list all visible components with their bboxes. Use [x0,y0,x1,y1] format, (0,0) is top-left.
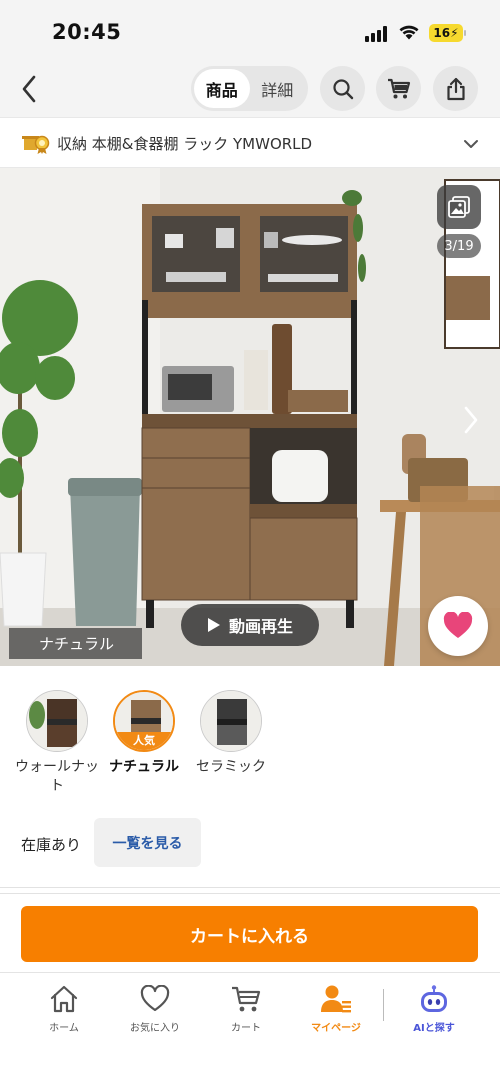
tab-label: カート [231,1023,261,1034]
play-video-label: 動画再生 [228,617,293,636]
divider [0,887,500,888]
nav-bar: 商品 詳細 [0,60,500,117]
store-selector[interactable]: 収納 本棚&食器棚 ラック YMWORLD [0,117,500,168]
mypage-icon [321,985,351,1013]
variant-thumbnail [26,690,88,752]
divider [0,893,500,894]
gallery-icon [448,196,470,218]
chevron-down-icon [464,140,478,148]
tab-cart[interactable]: カート [204,983,288,1034]
product-photo [0,168,500,666]
status-bar: 20:45 16⚡ [0,0,500,60]
tab-ai-search[interactable]: AIと探す [392,983,476,1034]
next-image-button[interactable] [458,400,484,440]
variant-name: セラミック [196,759,266,775]
variant-name: ウォールナット [15,759,99,794]
cart-nav-button[interactable] [376,66,421,111]
variant-selector: ウォールナット 人気 ナチュラル セラミック [0,690,500,802]
variant-thumbnail: 人気 [113,690,175,752]
tab-separator [383,989,384,1021]
heart-icon [443,612,473,638]
share-button[interactable] [433,66,478,111]
view-list-button[interactable]: 一覧を見る [94,818,201,867]
variant-name: ナチュラル [109,759,179,775]
tab-product[interactable]: 商品 [194,69,250,108]
chevron-right-icon [464,406,478,434]
variant-walnut[interactable]: ウォールナット [12,690,102,796]
image-counter: 3/19 [437,234,481,258]
store-badge-icon [22,135,50,154]
chevron-left-icon [22,75,36,103]
search-button[interactable] [320,66,365,111]
cart-icon [387,78,410,98]
search-icon [332,78,353,99]
signal-icon [365,26,389,42]
tab-favorites[interactable]: お気に入り [113,983,197,1034]
favorite-button[interactable] [428,596,488,656]
stock-status: 在庫あり [21,836,82,854]
product-image-carousel[interactable] [0,168,500,666]
bottom-tab-bar: ホーム お気に入り カート マイページ AIと探す [0,972,500,1080]
variant-natural[interactable]: 人気 ナチュラル [99,690,189,777]
status-time: 20:45 [52,20,122,44]
add-to-cart-button[interactable]: カートに入れる [21,906,478,962]
view-segmented-control: 商品 詳細 [191,66,308,111]
tab-label: ホーム [49,1023,79,1034]
tab-label: お気に入り [130,1023,180,1034]
share-icon [446,77,465,100]
tab-label: AIと探す [413,1023,455,1034]
tab-details[interactable]: 詳細 [250,69,306,108]
selected-variant-label: ナチュラル [9,628,142,659]
back-button[interactable] [14,72,44,106]
battery-cap [464,30,466,36]
variant-ceramic[interactable]: セラミック [186,690,276,777]
popular-tag: 人気 [115,732,173,750]
play-video-button[interactable]: 動画再生 [181,604,319,646]
variant-thumbnail [200,690,262,752]
tab-label: マイページ [311,1023,361,1034]
home-icon [50,985,78,1013]
store-name: 収納 本棚&食器棚 ラック YMWORLD [57,135,313,153]
tab-mypage[interactable]: マイページ [294,983,378,1034]
cart-icon [232,986,261,1012]
gallery-button[interactable] [437,185,481,229]
heart-icon [140,985,170,1012]
play-icon [207,618,220,632]
ai-robot-icon [421,985,447,1012]
battery-indicator: 16⚡ [429,24,463,42]
wifi-icon [399,25,419,40]
tab-home[interactable]: ホーム [22,983,106,1034]
